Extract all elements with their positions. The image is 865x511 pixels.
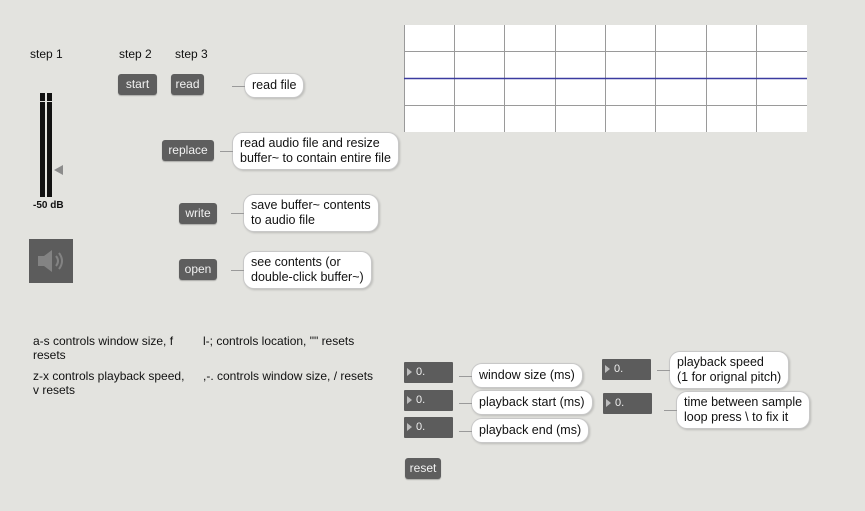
comment-line: read audio file and resize	[240, 136, 380, 150]
step-1-label: step 1	[30, 47, 63, 61]
comment-line: playback end (ms)	[479, 423, 582, 437]
playback-start-comment: playback start (ms)	[459, 390, 593, 415]
comment-line: double-click buffer~)	[251, 270, 364, 284]
write-button[interactable]: write	[179, 203, 217, 224]
playback-start-value: 0.	[416, 394, 426, 406]
step-3-label: step 3	[175, 47, 208, 61]
playback-speed-value: 0.	[614, 363, 624, 375]
comment-line: playback start (ms)	[479, 395, 585, 409]
comment-line: read file	[252, 78, 297, 92]
comment-line: playback speed	[677, 355, 764, 369]
time-between-value: 0.	[615, 397, 625, 409]
waveform-grid	[404, 25, 807, 132]
comment-line: window size (ms)	[479, 368, 575, 382]
step-2-label: step 2	[119, 47, 152, 61]
meter-peak-line	[40, 101, 52, 102]
window-size-number-box[interactable]: 0.	[404, 362, 453, 383]
time-between-number-box[interactable]: 0.	[603, 393, 652, 414]
start-button[interactable]: start	[118, 74, 157, 95]
meter-right-channel	[47, 93, 52, 197]
read-file-comment: read file	[231, 73, 305, 98]
comment-line: see contents (or	[251, 255, 341, 269]
speaker-toggle[interactable]	[29, 239, 73, 283]
playback-start-number-box[interactable]: 0.	[404, 390, 453, 411]
replace-comment: read audio file and resize buffer~ to co…	[220, 132, 399, 170]
speaker-icon	[38, 250, 63, 272]
number-arrow-icon	[407, 396, 412, 404]
comment-line: time between sample	[684, 395, 803, 409]
write-comment: save buffer~ contents to audio file	[231, 194, 379, 232]
level-meter	[40, 93, 54, 197]
number-arrow-icon	[606, 399, 611, 407]
comment-line: (1 for orignal pitch)	[677, 370, 782, 384]
comment-line: to audio file	[251, 213, 315, 227]
comment-line: loop press \ to fix it	[684, 410, 789, 424]
window-size-comment: window size (ms)	[459, 363, 583, 388]
playback-speed-comment: playback speed (1 for orignal pitch)	[656, 351, 790, 389]
buffer-waveform-display[interactable]	[404, 25, 807, 132]
meter-db-label: -50 dB	[33, 200, 64, 211]
number-arrow-icon	[407, 423, 412, 431]
reset-button[interactable]: reset	[405, 458, 441, 479]
open-button[interactable]: open	[179, 259, 217, 280]
open-comment: see contents (or double-click buffer~)	[231, 251, 372, 289]
window-size-value: 0.	[416, 366, 426, 378]
instruction-as: a-s controls window size, f resets	[33, 334, 174, 362]
meter-left-channel	[40, 93, 45, 197]
gain-slider-handle[interactable]	[54, 165, 63, 175]
replace-button[interactable]: replace	[162, 140, 214, 161]
number-arrow-icon	[605, 365, 610, 373]
instruction-location: l-; controls location, "" resets	[203, 334, 355, 348]
instruction-window: ,-. controls window size, / resets	[203, 369, 374, 383]
playback-end-comment: playback end (ms)	[458, 418, 590, 443]
time-between-comment: time between sample loop press \ to fix …	[663, 391, 811, 429]
comment-line: save buffer~ contents	[251, 198, 371, 212]
playback-end-number-box[interactable]: 0.	[404, 417, 453, 438]
number-arrow-icon	[407, 368, 412, 376]
read-button[interactable]: read	[171, 74, 204, 95]
comment-line: buffer~ to contain entire file	[240, 151, 391, 165]
playback-end-value: 0.	[416, 421, 426, 433]
playback-speed-number-box[interactable]: 0.	[602, 359, 651, 380]
instruction-zx: z-x controls playback speed, v resets	[33, 369, 185, 397]
